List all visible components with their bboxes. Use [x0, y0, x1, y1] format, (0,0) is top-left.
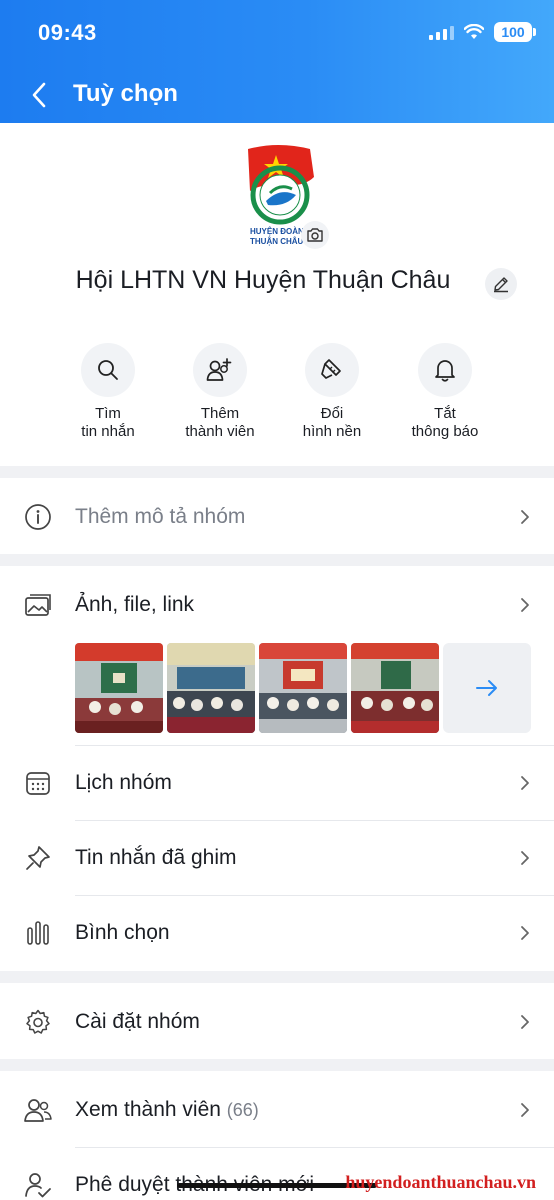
media-files-links-label: Ảnh, file, link — [75, 593, 195, 616]
pencil-icon — [494, 277, 508, 293]
section-separator — [0, 554, 554, 566]
row-divider — [75, 895, 554, 896]
media-thumbnail[interactable] — [75, 643, 163, 733]
add-member-button[interactable]: Thêm thành viên — [164, 343, 276, 441]
see-all-media-button[interactable] — [443, 643, 531, 733]
info-icon — [22, 501, 54, 533]
status-time: 09:43 — [38, 20, 97, 45]
edit-name-button[interactable] — [485, 268, 517, 300]
change-avatar-button[interactable] — [301, 221, 329, 249]
section-separator — [0, 971, 554, 983]
poll-label: Bình chọn — [75, 921, 170, 944]
avatar-caption: HUYỆN ĐOÀN THUẬN CHÂU — [250, 227, 304, 246]
status-icons: 100 — [429, 22, 536, 42]
section-separator — [0, 466, 554, 478]
members-icon — [22, 1094, 54, 1126]
search-messages-button[interactable]: Tìm tin nhắn — [52, 343, 164, 441]
paint-brush-icon — [305, 343, 359, 397]
wifi-icon — [464, 24, 484, 39]
chevron-right-icon — [518, 1012, 532, 1032]
cellular-signal-icon — [429, 24, 454, 40]
group-calendar-label: Lịch nhóm — [75, 771, 172, 794]
media-files-links-row[interactable]: Ảnh, file, link — [0, 573, 554, 637]
chevron-left-icon — [32, 82, 46, 108]
search-icon — [81, 343, 135, 397]
mute-notifications-button[interactable]: Tắt thông báo — [389, 343, 501, 441]
group-calendar-row[interactable]: Lịch nhóm — [0, 751, 554, 815]
bell-icon — [418, 343, 472, 397]
poll-icon — [22, 917, 54, 949]
approve-member-icon — [22, 1169, 54, 1200]
pinned-messages-label: Tin nhắn đã ghim — [75, 846, 237, 869]
group-settings-label: Cài đặt nhóm — [75, 1010, 200, 1033]
media-thumbnail[interactable] — [259, 643, 347, 733]
quick-actions: Tìm tin nhắn Thêm thành viên Đổi hình nền T… — [0, 343, 554, 443]
top-bar: 09:43 100 Tuỳ chọn — [0, 0, 554, 123]
poll-row[interactable]: Bình chọn — [0, 901, 554, 965]
section-separator — [0, 1059, 554, 1071]
add-description-row[interactable]: Thêm mô tả nhóm — [0, 485, 554, 549]
chevron-right-icon — [518, 848, 532, 868]
group-settings-row[interactable]: Cài đặt nhóm — [0, 990, 554, 1054]
battery-icon: 100 — [494, 22, 536, 42]
calendar-icon — [22, 767, 54, 799]
row-divider — [75, 820, 554, 821]
pinned-messages-row[interactable]: Tin nhắn đã ghim — [0, 826, 554, 890]
back-button[interactable] — [22, 76, 56, 114]
page-title: Tuỳ chọn — [73, 80, 178, 107]
image-gallery-icon — [22, 589, 54, 621]
media-thumbnail[interactable] — [351, 643, 439, 733]
add-member-icon — [193, 343, 247, 397]
pin-icon — [22, 842, 54, 874]
gear-icon — [22, 1006, 54, 1038]
chevron-right-icon — [518, 595, 532, 615]
group-name: Hội LHTN VN Huyện Thuận Châu — [75, 266, 451, 294]
add-description-label: Thêm mô tả nhóm — [75, 505, 246, 528]
watermark: huyendoanthuanchau.vn — [345, 1172, 536, 1192]
chevron-right-icon — [518, 923, 532, 943]
row-divider — [75, 1147, 554, 1148]
media-thumbnail[interactable] — [167, 643, 255, 733]
chevron-right-icon — [518, 507, 532, 527]
arrow-right-icon — [476, 680, 497, 696]
change-wallpaper-button[interactable]: Đổi hình nền — [276, 343, 388, 441]
chevron-right-icon — [518, 773, 532, 793]
view-members-row[interactable]: Xem thành viên (66) — [0, 1078, 554, 1142]
camera-icon — [307, 228, 323, 242]
view-members-label: Xem thành viên (66) — [75, 1098, 259, 1121]
media-thumbnails — [75, 643, 531, 733]
row-divider — [75, 745, 554, 746]
chevron-right-icon — [518, 1100, 532, 1120]
member-count: (66) — [226, 1100, 259, 1120]
